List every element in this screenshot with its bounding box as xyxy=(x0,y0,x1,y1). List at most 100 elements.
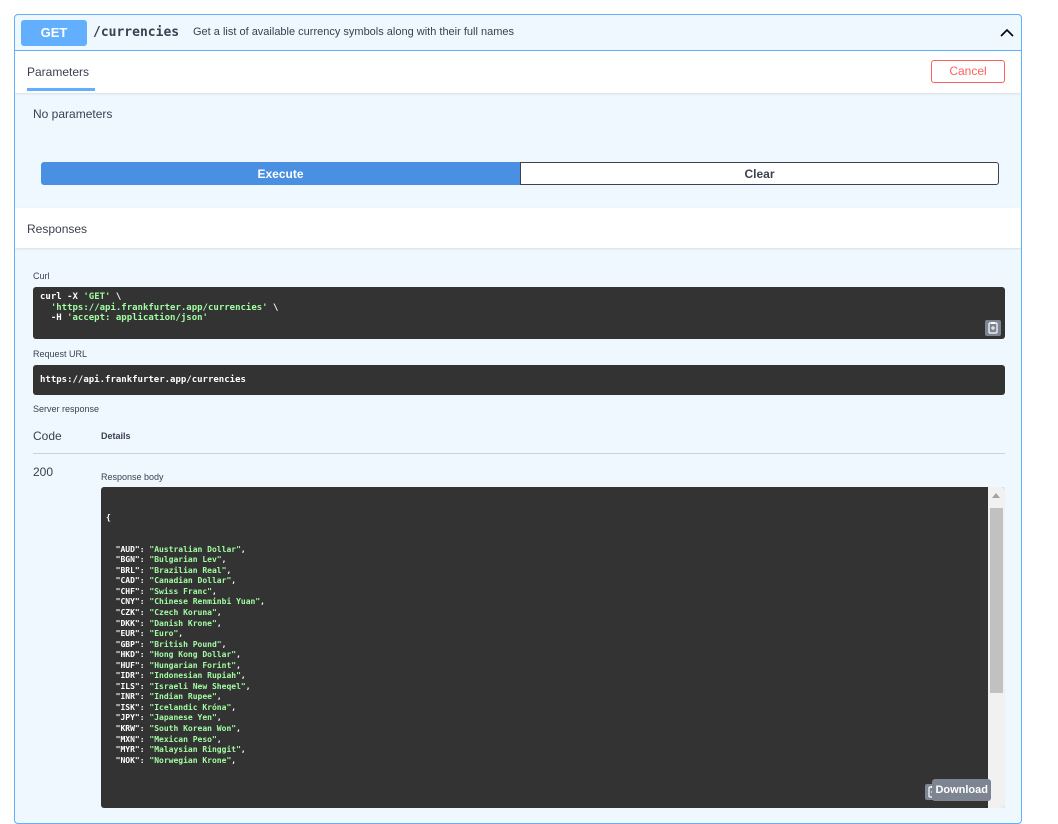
scrollbar-thumb[interactable] xyxy=(990,508,1003,693)
json-entry: "CHF": "Swiss Franc", xyxy=(115,586,217,596)
json-value: "Euro" xyxy=(149,629,179,639)
operation-path: /currencies xyxy=(93,25,180,40)
json-value: "Chinese Renminbi Yuan" xyxy=(149,597,261,607)
json-value: "Norwegian Krone" xyxy=(149,755,232,765)
json-key: "HUF" xyxy=(115,660,140,670)
json-value: "Malaysian Ringgit" xyxy=(149,745,241,755)
request-url-block[interactable]: https://api.frankfurter.app/currencies xyxy=(33,365,1005,395)
tab-parameters[interactable]: Parameters xyxy=(27,65,89,79)
curl-command: curl -X xyxy=(40,292,84,302)
json-value: "Japanese Yen" xyxy=(149,713,217,723)
header-divider xyxy=(33,453,1005,454)
json-key: "IDR" xyxy=(115,671,140,681)
tab-active-indicator xyxy=(27,88,95,91)
code-column-header: Code xyxy=(33,429,62,443)
json-key: "GBP" xyxy=(115,639,140,649)
chevron-up-icon[interactable] xyxy=(997,23,1017,43)
operation-description: Get a list of available currency symbols… xyxy=(193,26,514,38)
json-key: "CHF" xyxy=(115,586,140,596)
json-entry: "AUD": "Australian Dollar", xyxy=(115,544,246,554)
details-column-header: Details xyxy=(101,431,131,441)
json-key: "JPY" xyxy=(115,713,140,723)
json-entry: "BGN": "Bulgarian Lev", xyxy=(115,555,227,565)
execute-button[interactable]: Execute xyxy=(41,162,520,185)
responses-header: Responses xyxy=(15,208,1021,248)
json-entry: "MYR": "Malaysian Ringgit", xyxy=(115,745,246,755)
json-key: "HKD" xyxy=(115,650,140,660)
json-value: "Indian Rupee" xyxy=(149,692,217,702)
operation-summary[interactable]: GET /currencies Get a list of available … xyxy=(15,15,1021,51)
json-value: "Brazilian Real" xyxy=(149,565,227,575)
json-value: "Danish Krone" xyxy=(149,618,217,628)
json-entry: "INR": "Indian Rupee", xyxy=(115,692,222,702)
json-value: "British Pound" xyxy=(149,639,222,649)
json-value: "Swiss Franc" xyxy=(149,586,212,596)
json-entry: "HUF": "Hungarian Forint", xyxy=(115,660,241,670)
json-value: "Hungarian Forint" xyxy=(149,660,237,670)
json-entry: "ISK": "Icelandic Króna", xyxy=(115,702,237,712)
operation-block-get-currencies: GET /currencies Get a list of available … xyxy=(14,14,1022,824)
json-value: "Czech Koruna" xyxy=(149,608,217,618)
json-value: "Hong Kong Dollar" xyxy=(149,650,237,660)
json-key: "DKK" xyxy=(115,618,140,628)
json-entry: "CZK": "Czech Koruna", xyxy=(115,608,222,618)
json-entry: "GBP": "British Pound", xyxy=(115,639,227,649)
curl-url: 'https://api.frankfurter.app/currencies' xyxy=(50,302,268,313)
json-key: "NOK" xyxy=(115,755,140,765)
parameters-header: Parameters Cancel xyxy=(15,51,1021,93)
no-parameters-text: No parameters xyxy=(33,107,113,121)
download-button[interactable]: Download xyxy=(932,779,991,801)
json-value: "Australian Dollar" xyxy=(149,544,241,554)
responses-title: Responses xyxy=(27,222,88,236)
scroll-up-arrow-icon[interactable] xyxy=(992,493,1000,498)
json-key: "BRL" xyxy=(115,565,140,575)
server-response-label: Server response xyxy=(33,404,100,414)
json-key: "INR" xyxy=(115,692,140,702)
json-entry: "BRL": "Brazilian Real", xyxy=(115,565,232,575)
json-entry: "CAD": "Canadian Dollar", xyxy=(115,576,237,586)
curl-header-flag: -H xyxy=(40,313,68,323)
json-value: "Canadian Dollar" xyxy=(149,576,232,586)
json-value: "South Korean Won" xyxy=(149,724,237,734)
response-body-code: { "AUD": "Australian Dollar", "BGN": "Bu… xyxy=(106,492,265,766)
json-key: "ISK" xyxy=(115,702,140,712)
json-entry: "DKK": "Danish Krone", xyxy=(115,618,222,628)
json-value: "Icelandic Króna" xyxy=(149,702,232,712)
curl-method: 'GET' xyxy=(83,292,111,302)
json-key: "AUD" xyxy=(115,544,140,554)
json-entry: "JPY": "Japanese Yen", xyxy=(115,713,222,723)
json-entry: "CNY": "Chinese Renminbi Yuan", xyxy=(115,597,265,607)
json-open-brace: { xyxy=(106,513,111,523)
json-key: "EUR" xyxy=(115,629,140,639)
json-key: "CNY" xyxy=(115,597,140,607)
curl-continuation-1: \ xyxy=(110,292,122,302)
curl-code-block[interactable]: curl -X 'GET' \ 'https://api.frankfurter… xyxy=(33,287,1005,339)
response-body-label: Response body xyxy=(101,472,164,482)
response-status-code: 200 xyxy=(33,465,54,479)
response-body[interactable]: { "AUD": "Australian Dollar", "BGN": "Bu… xyxy=(101,487,1005,808)
json-entry: "NOK": "Norwegian Krone", xyxy=(115,755,237,765)
json-entry: "KRW": "South Korean Won", xyxy=(115,724,241,734)
json-key: "MYR" xyxy=(115,745,140,755)
json-key: "CAD" xyxy=(115,576,140,586)
method-badge: GET xyxy=(21,20,87,46)
json-entry: "EUR": "Euro", xyxy=(115,629,184,639)
json-value: "Indonesian Rupiah" xyxy=(149,671,241,681)
json-key: "KRW" xyxy=(115,724,140,734)
scrollbar[interactable] xyxy=(988,487,1005,808)
json-key: "CZK" xyxy=(115,608,140,618)
json-value: "Bulgarian Lev" xyxy=(149,555,222,565)
json-entry: "IDR": "Indonesian Rupiah", xyxy=(115,671,246,681)
json-key: "ILS" xyxy=(115,681,140,691)
json-value: "Mexican Peso" xyxy=(149,734,217,744)
json-entry: "HKD": "Hong Kong Dollar", xyxy=(115,650,241,660)
clipboard-copy-icon[interactable] xyxy=(985,320,1001,336)
json-entry: "MXN": "Mexican Peso", xyxy=(115,734,222,744)
json-value: "Israeli New Sheqel" xyxy=(149,681,246,691)
curl-label: Curl xyxy=(33,271,50,281)
cancel-button[interactable]: Cancel xyxy=(931,60,1005,83)
clear-button[interactable]: Clear xyxy=(520,162,999,185)
curl-continuation-2: \ xyxy=(267,302,279,313)
json-entry: "ILS": "Israeli New Sheqel", xyxy=(115,681,251,691)
curl-header-value: 'accept: application/json' xyxy=(67,313,208,323)
